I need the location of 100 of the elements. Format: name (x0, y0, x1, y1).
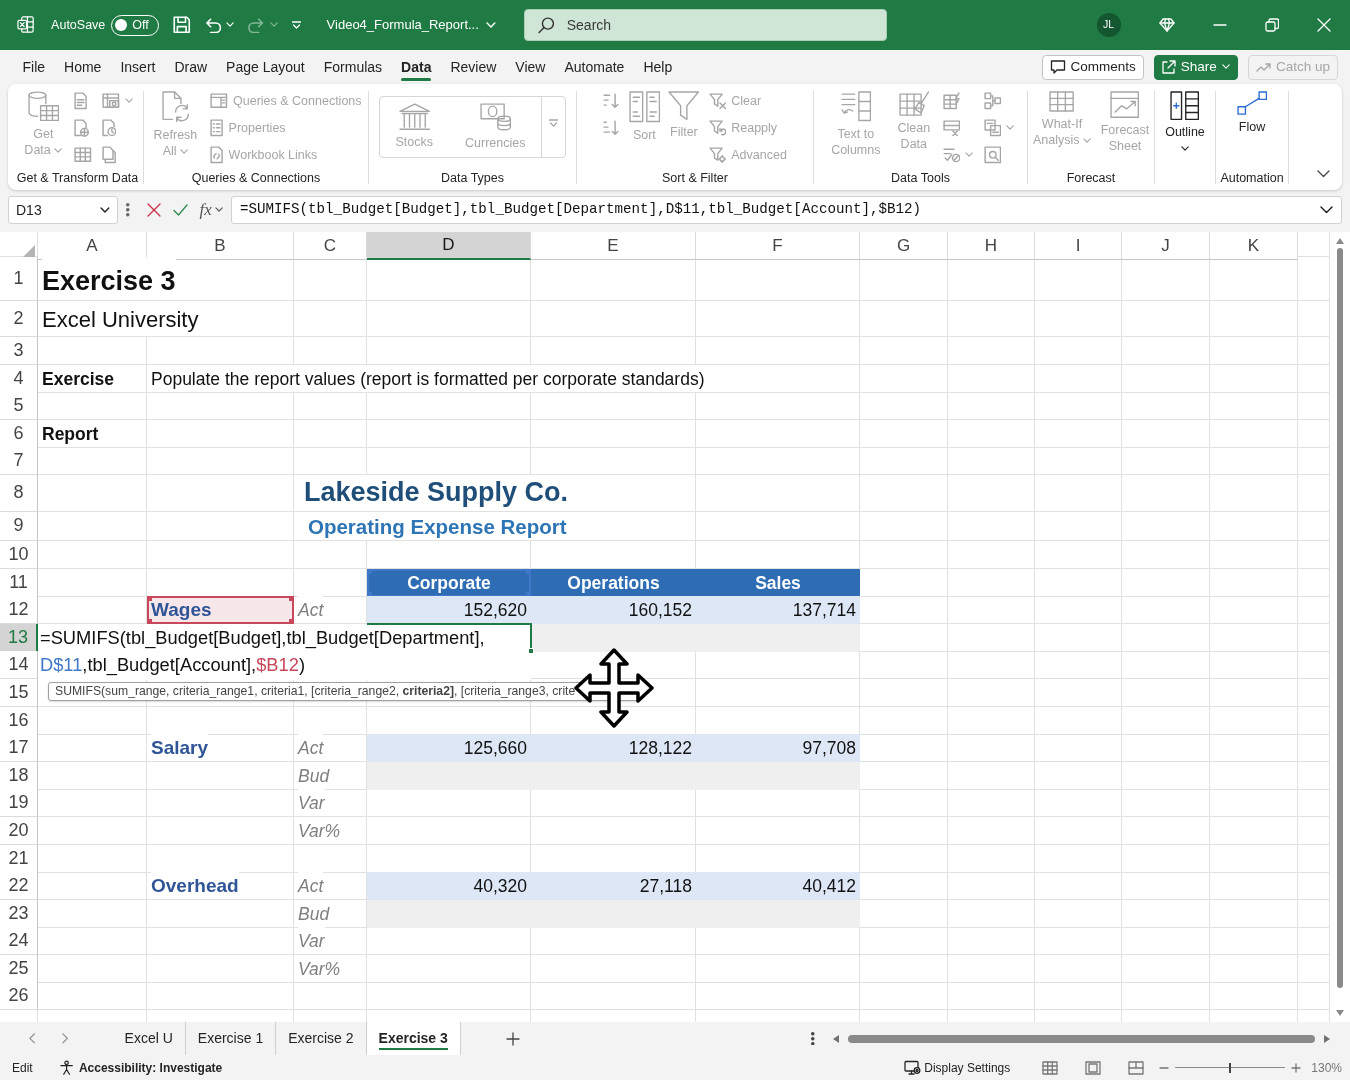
menu-tab[interactable]: Page Layout (216, 50, 315, 84)
column-header[interactable]: K (1210, 232, 1298, 260)
menu-tab[interactable]: Review (440, 50, 506, 84)
selection-handle-icon[interactable] (526, 568, 531, 574)
column-header[interactable]: A (38, 232, 147, 260)
scroll-up-icon[interactable] (1336, 238, 1344, 244)
page-layout-icon[interactable] (1085, 1060, 1102, 1075)
name-box[interactable]: D13 (8, 196, 118, 224)
customize-button[interactable] (291, 21, 301, 29)
display-settings-icon[interactable] (904, 1060, 922, 1075)
outline-button[interactable]: Outline (1161, 87, 1209, 157)
row-header[interactable]: 2 (0, 301, 38, 337)
more-options-icon[interactable] (126, 203, 130, 217)
diamond-icon[interactable] (1158, 18, 1175, 32)
selection-handle-icon[interactable] (289, 619, 294, 625)
fill-handle-icon[interactable] (528, 648, 534, 654)
restore-icon[interactable] (1264, 18, 1279, 32)
row-header[interactable]: 17 (0, 734, 38, 763)
plus-icon[interactable] (505, 1031, 520, 1046)
enter-button[interactable] (172, 204, 188, 216)
sheet-tab[interactable]: Exercise 2 (276, 1022, 367, 1055)
selection-handle-icon[interactable] (367, 591, 372, 597)
previous-sheet-icon[interactable] (29, 1033, 36, 1044)
row-header[interactable]: 24 (0, 927, 38, 956)
column-header[interactable]: G (860, 232, 948, 260)
more-options-icon[interactable] (811, 1031, 815, 1046)
file-name-button[interactable]: Video4_Formula_Report... (326, 15, 496, 35)
selection-handle-icon[interactable] (147, 596, 152, 602)
search-field[interactable]: Search (523, 9, 887, 41)
zoom-in-icon[interactable] (1291, 1062, 1302, 1073)
undo-button[interactable] (204, 17, 235, 33)
cancel-button[interactable] (146, 203, 161, 217)
column-header[interactable]: E (531, 232, 696, 260)
page-break-icon[interactable] (1128, 1060, 1145, 1075)
slider-thumb[interactable] (1229, 1062, 1232, 1073)
selection-handle-icon[interactable] (147, 619, 152, 625)
scroll-right-icon[interactable] (1324, 1034, 1330, 1043)
menu-tab[interactable]: File (13, 50, 55, 84)
row-header[interactable]: 1 (0, 257, 38, 301)
selection-handle-icon[interactable] (289, 596, 294, 602)
column-header[interactable]: F (696, 232, 860, 260)
row-header[interactable]: 26 (0, 982, 38, 1011)
scrollbar-thumb[interactable] (848, 1034, 1315, 1043)
account-avatar[interactable]: JL (1096, 13, 1121, 37)
save-button[interactable] (173, 16, 191, 34)
menu-tab[interactable]: Home (54, 50, 111, 84)
accessibility-icon[interactable] (58, 1059, 74, 1076)
zoom-out-icon[interactable] (1159, 1066, 1170, 1069)
column-header[interactable]: I (1035, 232, 1122, 260)
menu-tab[interactable]: Formulas (314, 50, 392, 84)
accessibility-status[interactable]: Accessibility: Investigate (78, 1058, 223, 1077)
minimize-icon[interactable] (1212, 24, 1227, 26)
row-header[interactable]: 15 (0, 678, 38, 707)
vertical-scrollbar[interactable] (1330, 232, 1350, 1022)
selection-handle-icon[interactable] (367, 568, 372, 574)
menu-tab[interactable]: Help (633, 50, 682, 84)
column-header[interactable]: H (948, 232, 1035, 260)
sheet-tab[interactable]: Excel U (112, 1022, 186, 1055)
column-header[interactable]: J (1122, 232, 1210, 260)
row-header[interactable]: 19 (0, 789, 38, 818)
zoom-slider[interactable] (1175, 1061, 1286, 1074)
cell-editor[interactable]: =SUMIFS(tbl_Budget[Budget],tbl_Budget[Department], D$11,tbl_Budget[Account],$B12) (38, 624, 531, 680)
menu-tab[interactable]: View (505, 50, 555, 84)
scroll-down-icon[interactable] (1336, 1010, 1344, 1016)
menu-tab[interactable]: Data (391, 50, 441, 84)
row-header[interactable]: 20 (0, 816, 38, 845)
insert-function-button[interactable]: fx (199, 197, 223, 223)
column-header[interactable]: D (367, 232, 531, 260)
sheet-tab[interactable]: Exercise 1 (185, 1022, 277, 1055)
row-header[interactable]: 3 (0, 337, 38, 365)
formula-field[interactable]: =SUMIFS(tbl_Budget[Budget],tbl_Budget[Department],D$11,tbl_Budget[Account],$B12) (230, 196, 1342, 224)
menu-tab[interactable]: Automate (554, 50, 634, 84)
row-header[interactable]: 14 (0, 651, 38, 680)
row-header[interactable]: 8 (0, 474, 38, 512)
scrollbar-thumb[interactable] (1337, 248, 1343, 988)
normal-view-icon[interactable] (1042, 1060, 1059, 1075)
scroll-left-icon[interactable] (833, 1034, 839, 1043)
collapse-ribbon-icon[interactable] (1317, 170, 1330, 178)
menu-tab[interactable]: Insert (110, 50, 165, 84)
row-header[interactable]: 12 (0, 596, 38, 625)
sheet-tab[interactable]: Exercise 3 (366, 1022, 461, 1055)
zoom-level[interactable]: 130% (1311, 1058, 1342, 1077)
row-header[interactable]: 9 (0, 511, 38, 541)
selection-handle-icon[interactable] (526, 591, 531, 597)
row-header[interactable]: 22 (0, 872, 38, 901)
menu-tab[interactable]: Draw (164, 50, 217, 84)
flow-button[interactable]: Flow (1234, 87, 1270, 136)
comments-button[interactable]: Comments (1041, 54, 1144, 80)
row-header[interactable]: 10 (0, 540, 38, 569)
select-all-icon[interactable] (23, 244, 35, 257)
column-header[interactable]: C (294, 232, 367, 260)
row-header[interactable]: 13 (0, 623, 38, 652)
app-logo-icon[interactable] (17, 16, 35, 34)
column-header[interactable]: B (147, 232, 294, 260)
display-settings-link[interactable]: Display Settings (924, 1058, 1011, 1077)
row-header[interactable]: 7 (0, 447, 38, 476)
next-sheet-icon[interactable] (62, 1033, 69, 1044)
share-button[interactable]: Share (1153, 54, 1238, 80)
close-icon[interactable] (1317, 18, 1331, 32)
row-header[interactable]: 5 (0, 392, 38, 421)
